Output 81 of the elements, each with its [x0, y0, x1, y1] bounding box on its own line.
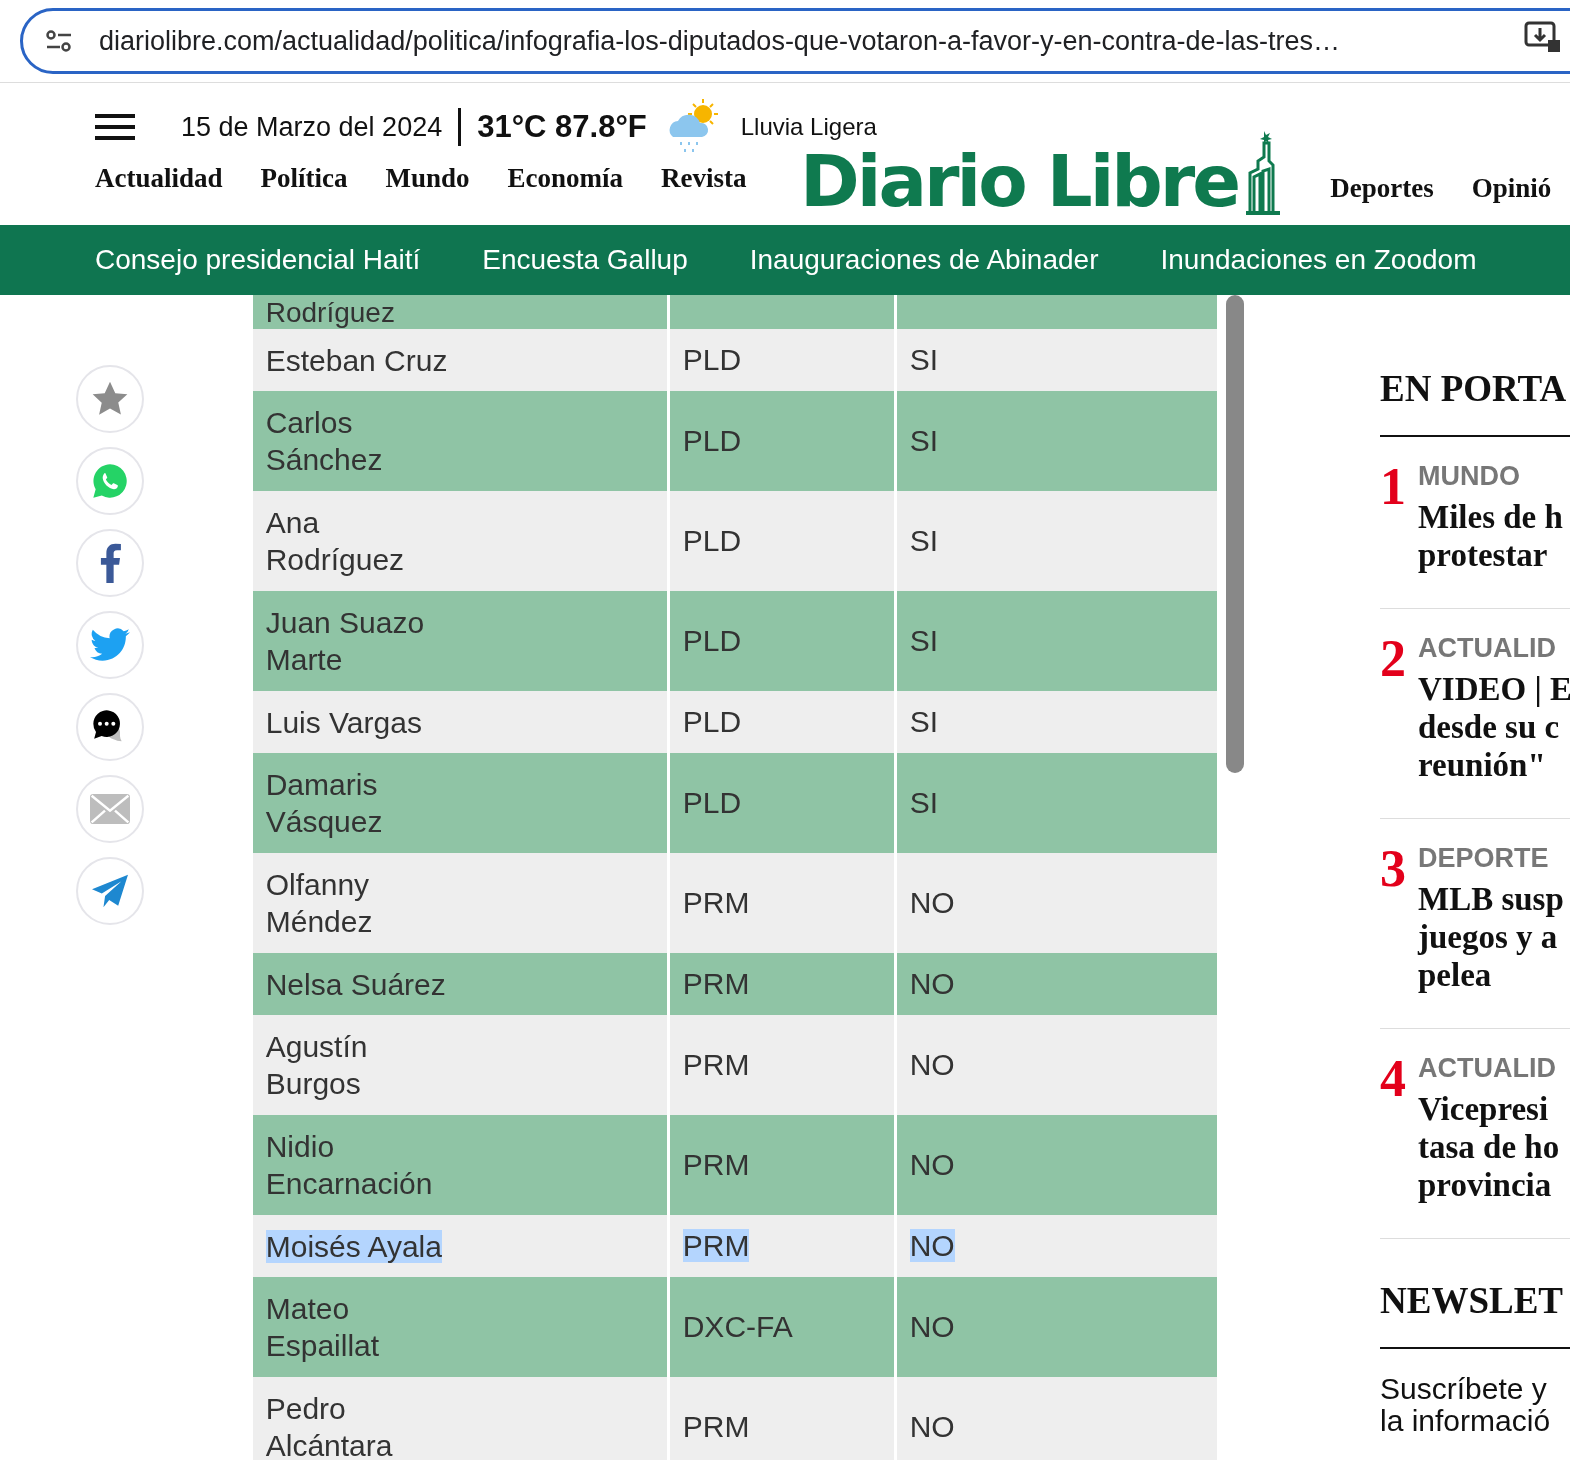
party-text: PRM	[682, 886, 750, 919]
vote-text: SI	[909, 786, 939, 819]
rank-number: 4	[1380, 1053, 1406, 1109]
topic-link[interactable]: Inundaciones en Zoodom	[1160, 244, 1477, 276]
rank-number: 2	[1380, 633, 1406, 689]
vote-text: NO	[909, 1310, 955, 1343]
party-text: PLD	[682, 343, 742, 376]
weather-text: Lluvia Ligera	[740, 113, 877, 141]
topic-link[interactable]: Encuesta Gallup	[482, 244, 688, 276]
vote-text: SI	[909, 624, 939, 657]
story-headline[interactable]: MLB susp juegos y a pelea	[1418, 880, 1564, 994]
party-text: PRM	[682, 1410, 750, 1443]
story-headline[interactable]: VIDEO | E desde su c reunión"	[1418, 670, 1570, 784]
whatsapp-icon	[90, 461, 130, 501]
party-text: PRM	[682, 1229, 750, 1262]
story-section: ACTUALID	[1418, 1053, 1560, 1084]
party-text: DXC-FA	[682, 1310, 793, 1343]
topic-link[interactable]: Consejo presidencial Haití	[95, 244, 421, 276]
vote-text: SI	[909, 524, 939, 557]
party-text: PLD	[682, 786, 742, 819]
vote-text: SI	[909, 424, 939, 457]
site-settings-icon[interactable]	[45, 30, 73, 52]
vote-text: NO	[909, 1410, 955, 1443]
name-text: Luis Vargas	[265, 705, 422, 739]
date-text: 15 de Marzo del 2024	[181, 111, 443, 143]
nav-link[interactable]: Deportes	[1330, 173, 1434, 204]
name-text: Rodríguez	[265, 297, 395, 328]
envelope-icon	[90, 794, 130, 824]
name-text: Mateo Espaillat	[265, 1292, 380, 1362]
story-section: MUNDO	[1418, 461, 1563, 492]
nav-link[interactable]: Política	[260, 163, 348, 194]
party-text: PLD	[682, 705, 742, 738]
nav-link[interactable]: Revista	[661, 163, 747, 194]
name-text: Esteban Cruz	[265, 343, 448, 377]
vote-text: SI	[909, 343, 939, 376]
install-icon[interactable]	[1524, 20, 1560, 54]
newsletter-text: Suscríbete y la informació	[1380, 1373, 1552, 1437]
party-text: PRM	[682, 1148, 750, 1181]
story-section: DEPORTE	[1418, 843, 1564, 874]
topic-link[interactable]: Inauguraciones de Abinader	[749, 244, 1099, 276]
nav-link[interactable]: Actualidad	[95, 163, 223, 194]
vote-text: NO	[909, 1148, 955, 1181]
logo-text[interactable]: Diario Libre	[800, 145, 1239, 217]
temperature-text: 31°C 87.8°F	[477, 109, 647, 145]
vote-text: SI	[909, 705, 939, 738]
facebook-icon	[98, 543, 122, 583]
vote-text: NO	[909, 886, 955, 919]
vote-text: NO	[909, 1048, 955, 1081]
story-section: ACTUALID	[1418, 633, 1570, 664]
party-text: PLD	[682, 624, 742, 657]
section-title: NEWSLET	[1380, 1279, 1570, 1349]
vote-text: NO	[909, 967, 955, 1000]
party-text: PLD	[682, 424, 742, 457]
name-text: Carlos Sánchez	[265, 406, 383, 476]
paper-plane-icon	[90, 873, 130, 909]
rank-number: 1	[1380, 461, 1406, 517]
name-text: Damaris Vásquez	[265, 768, 383, 838]
name-text: Juan Suazo Marte	[265, 606, 425, 676]
name-text: Ana Rodríguez	[265, 506, 405, 576]
name-text: Nelsa Suárez	[265, 967, 446, 1001]
bird-icon	[90, 628, 130, 662]
story-headline[interactable]: Vicepresi tasa de ho provincia	[1418, 1090, 1560, 1204]
rank-number: 3	[1380, 843, 1406, 899]
name-text: Agustín Burgos	[265, 1030, 368, 1100]
party-text: PRM	[682, 967, 750, 1000]
party-text: PRM	[682, 1048, 750, 1081]
name-text: Nidio Encarnación	[265, 1130, 433, 1200]
nav-link[interactable]: Economía	[507, 163, 624, 194]
address-bar[interactable]: diariolibre.com/actualidad/politica/infografia-los-diputados-que-votaron-a-favor-y-en-contra-de-las-tres…	[20, 8, 1570, 74]
nav-link[interactable]: Opinió	[1471, 173, 1552, 204]
party-text: PLD	[682, 524, 742, 557]
section-title: EN PORTA	[1380, 367, 1570, 437]
scrollbar-thumb[interactable]	[1226, 295, 1244, 773]
menu-icon[interactable]	[95, 113, 135, 141]
name-text: Moisés Ayala	[265, 1229, 442, 1263]
name-text: Pedro Alcántara	[265, 1392, 393, 1460]
story-headline[interactable]: Miles de h protestar	[1418, 498, 1563, 574]
url-text: diariolibre.com/actualidad/politica/infografia-los-diputados-que-votaron-a-favor-y-en-contra-de-las-tres…	[99, 25, 1341, 57]
name-text: Olfanny Méndez	[265, 868, 373, 938]
vote-text: NO	[909, 1229, 955, 1262]
nav-link[interactable]: Mundo	[385, 163, 470, 194]
